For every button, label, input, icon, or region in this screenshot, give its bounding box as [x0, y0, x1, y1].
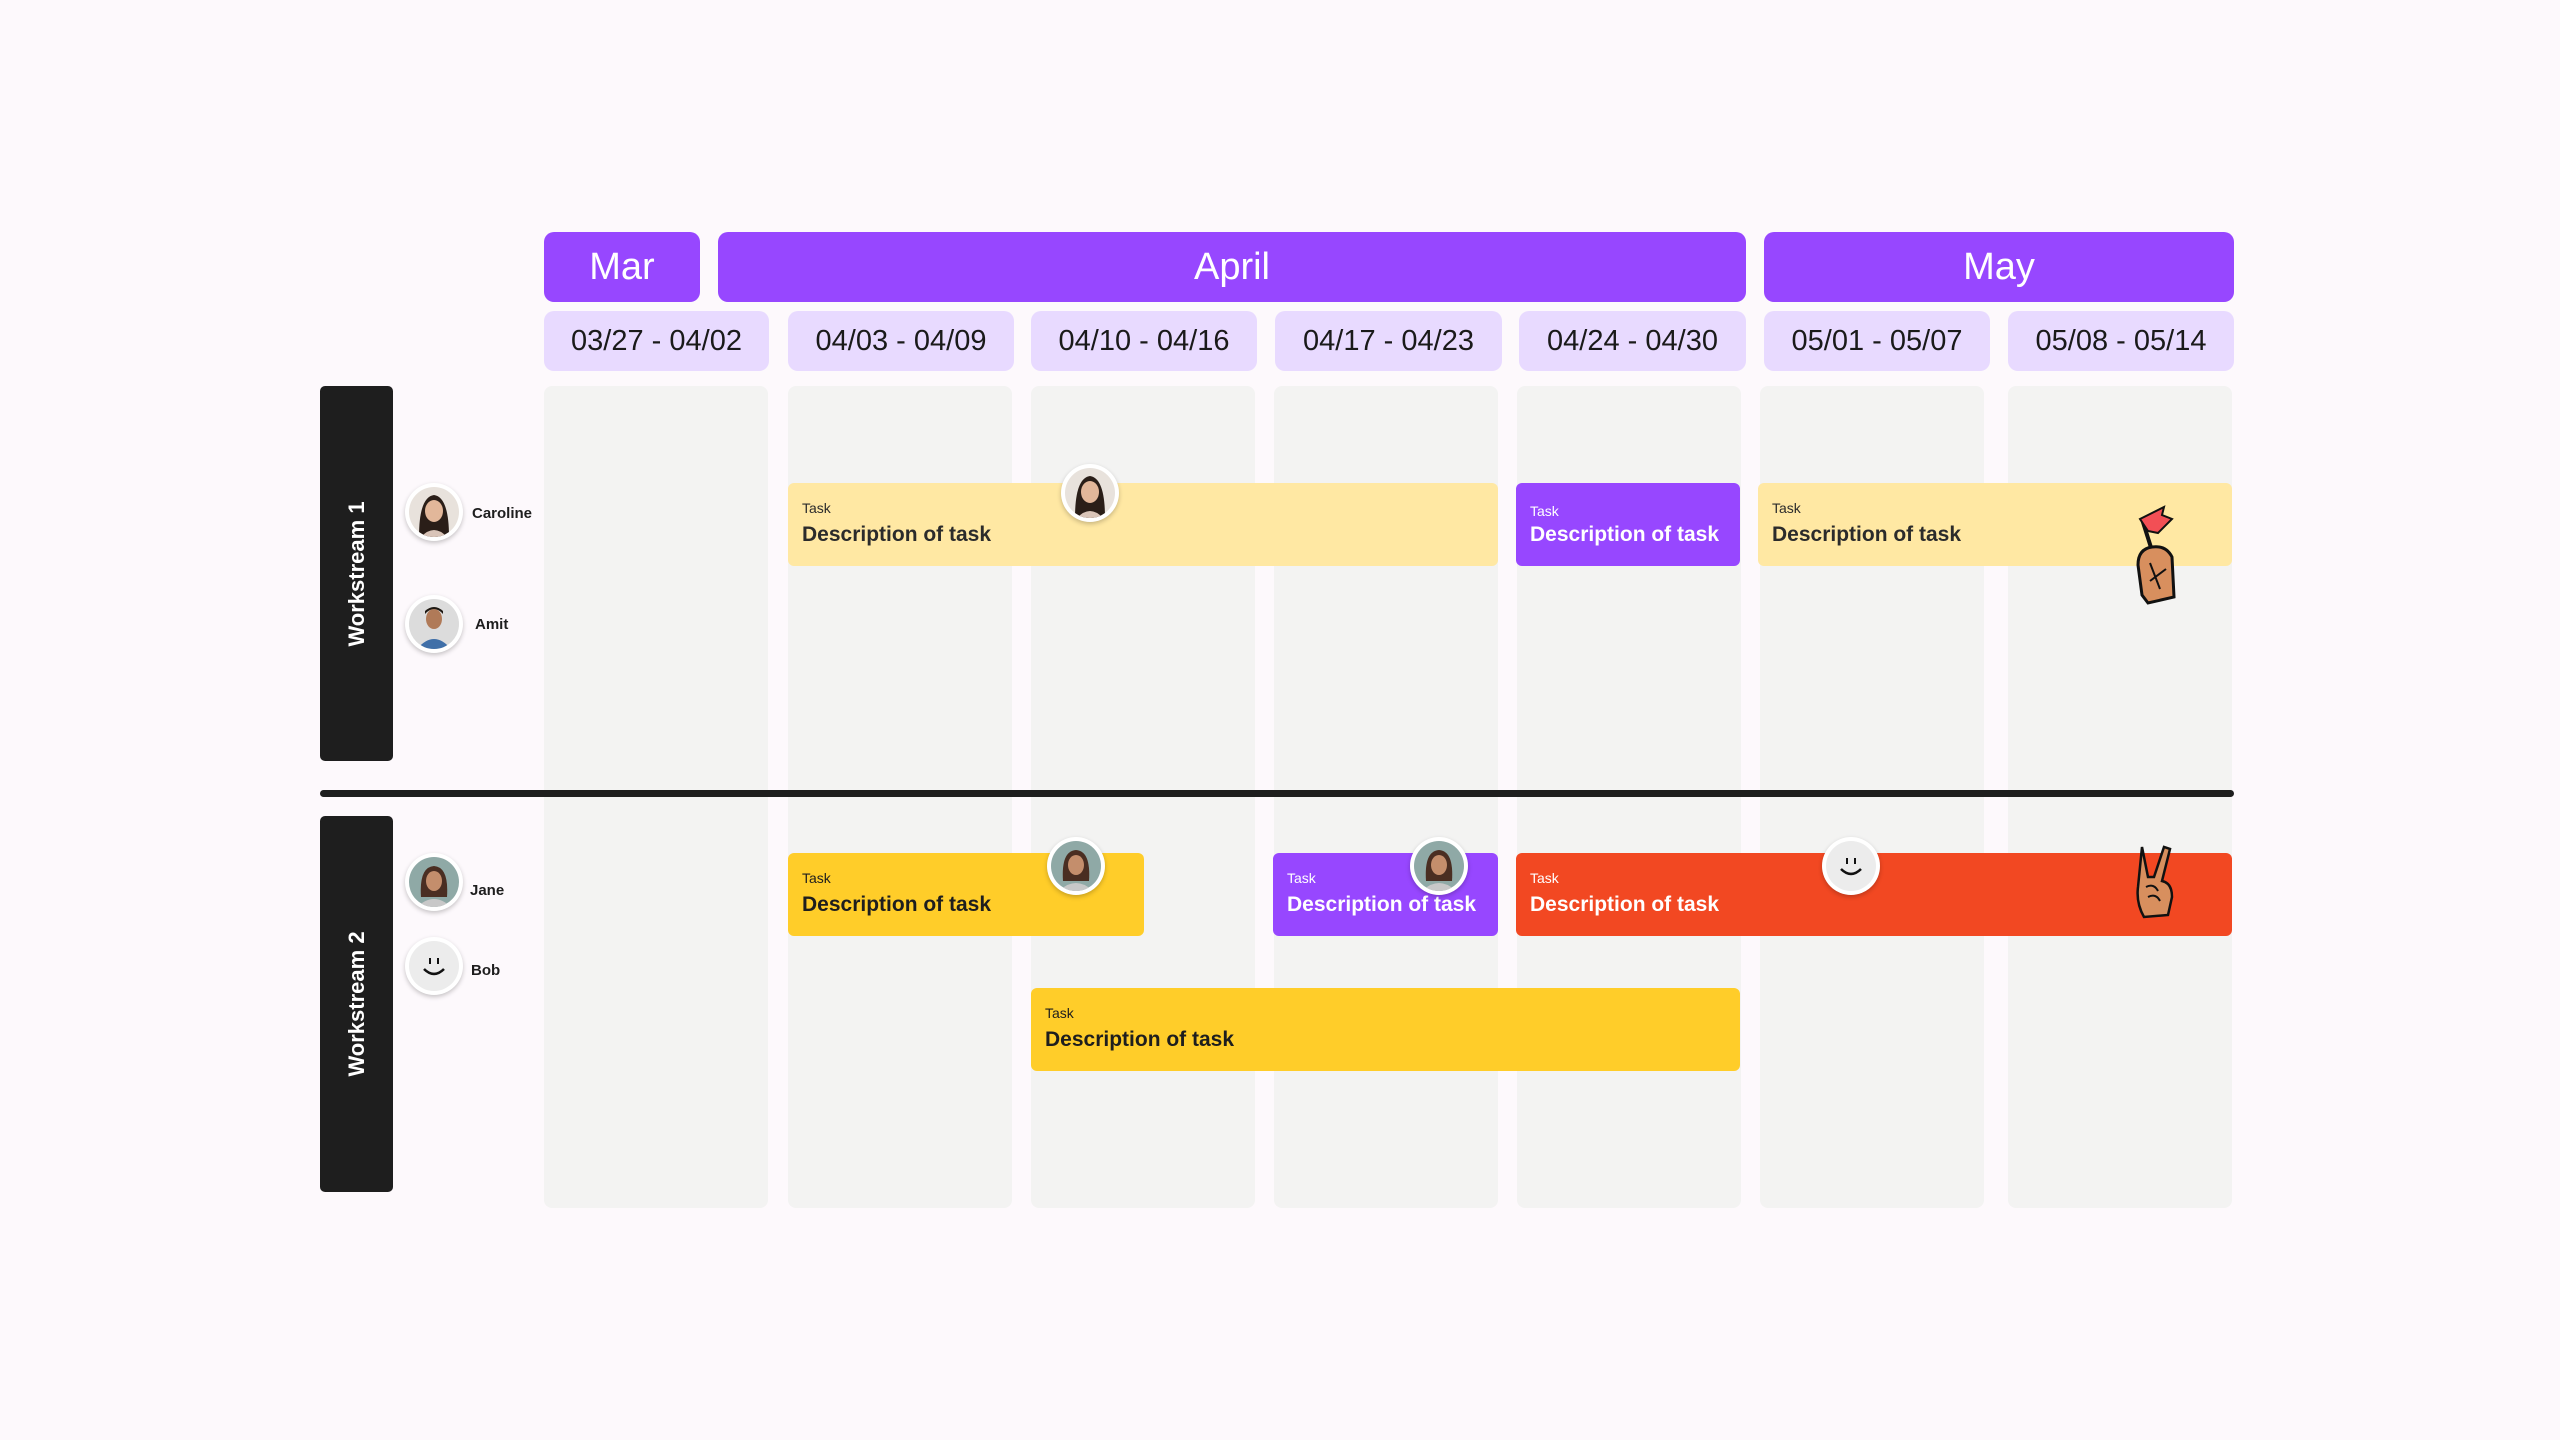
week-header: 05/01 - 05/07 [1764, 311, 1990, 371]
task-label: Task [1530, 870, 1559, 886]
avatar-bob[interactable] [405, 937, 463, 995]
week-header: 04/24 - 04/30 [1519, 311, 1746, 371]
task-assignee-avatar-jane[interactable] [1047, 837, 1105, 895]
person-photo-icon [409, 487, 459, 537]
person-name: Amit [475, 616, 509, 633]
person-photo-icon [409, 599, 459, 649]
task-card[interactable]: Task Description of task [788, 483, 1498, 566]
month-header-april: April [718, 232, 1746, 302]
task-description: Description of task [802, 893, 992, 916]
person-photo-icon [1051, 841, 1101, 891]
task-assignee-avatar-bob[interactable] [1822, 837, 1880, 895]
task-card[interactable]: Task Description of task [1031, 988, 1740, 1071]
task-description: Description of task [802, 523, 992, 546]
task-label: Task [802, 500, 831, 516]
task-description: Description of task [1772, 523, 1962, 546]
person-name: Caroline [472, 505, 533, 522]
hand-holding-flag-icon [2128, 505, 2184, 611]
week-header: 05/08 - 05/14 [2008, 311, 2234, 371]
week-header: 04/17 - 04/23 [1275, 311, 1502, 371]
month-header-mar: Mar [544, 232, 700, 302]
avatar-caroline[interactable] [405, 483, 463, 541]
person-name: Jane [470, 882, 505, 899]
week-header: 03/27 - 04/02 [544, 311, 769, 371]
week-column [544, 386, 768, 1208]
task-description: Description of task [1287, 893, 1477, 916]
workstream-2-label: Workstream 2 [320, 816, 393, 1192]
task-label: Task [1772, 500, 1801, 516]
task-assignee-avatar-jane[interactable] [1410, 837, 1468, 895]
task-card[interactable]: Task Description of task [1516, 483, 1740, 566]
workstream-label-text: Workstream 2 [343, 931, 369, 1077]
task-label: Task [1045, 1005, 1074, 1021]
peace-sign-hand-icon [2128, 843, 2178, 921]
workstream-label-text: Workstream 1 [343, 500, 369, 647]
person-name: Bob [471, 962, 501, 979]
week-header: 04/03 - 04/09 [788, 311, 1014, 371]
person-photo-icon [1414, 841, 1464, 891]
task-label: Task [802, 870, 831, 886]
avatar-amit[interactable] [405, 595, 463, 653]
avatar-jane[interactable] [405, 853, 463, 911]
task-description: Description of task [1045, 1028, 1235, 1051]
month-header-may: May [1764, 232, 2234, 302]
person-photo-icon [1065, 468, 1115, 518]
workstream-divider [320, 790, 2234, 797]
person-photo-icon [409, 857, 459, 907]
task-description: Description of task [1530, 523, 1720, 546]
task-label: Task [1287, 870, 1316, 886]
task-description: Description of task [1530, 893, 1720, 916]
task-label: Task [1530, 503, 1559, 519]
smiley-face-icon [1826, 841, 1876, 891]
workstream-1-label: Workstream 1 [320, 386, 393, 761]
week-header: 04/10 - 04/16 [1031, 311, 1257, 371]
task-assignee-avatar-caroline[interactable] [1061, 464, 1119, 522]
smiley-face-icon [409, 941, 459, 991]
